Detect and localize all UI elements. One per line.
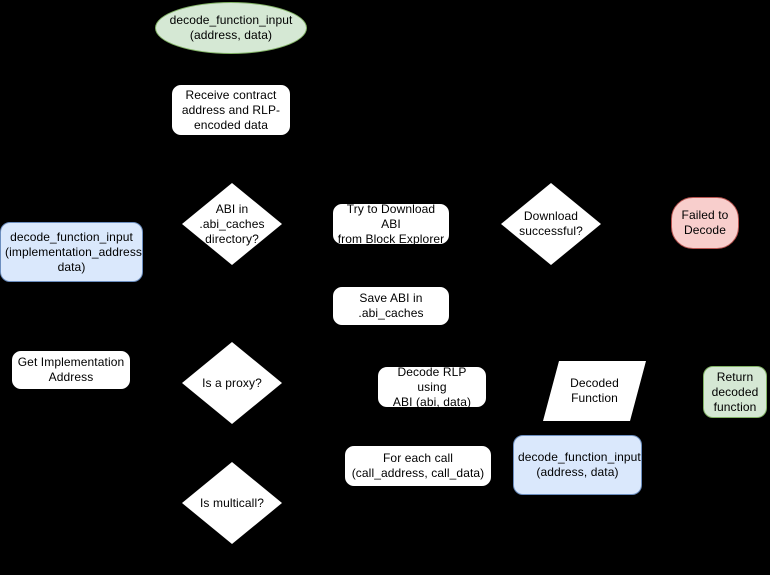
- node-label: Decoded Function: [570, 376, 619, 405]
- node-failed-to-decode[interactable]: Failed to Decode: [671, 197, 739, 249]
- node-try-download-abi[interactable]: Try to Download ABI from Block Explorer: [332, 201, 450, 246]
- node-decode-rlp[interactable]: Decode RLP using ABI (abi, data): [377, 364, 487, 409]
- node-label: Download successful?: [519, 209, 583, 238]
- node-decoded-function[interactable]: Decoded Function: [543, 361, 646, 421]
- node-label: Is a proxy?: [202, 375, 262, 390]
- node-label: Save ABI in .abi_caches: [358, 291, 424, 320]
- node-label: Try to Download ABI from Block Explorer: [337, 201, 445, 246]
- node-receive-contract-data[interactable]: Receive contract address and RLP- encode…: [171, 84, 291, 136]
- node-decision-abi-in-caches[interactable]: ABI in .abi_caches directory?: [182, 183, 282, 265]
- node-label: Is multicall?: [200, 495, 264, 510]
- node-decode-function-input-implementation[interactable]: decode_function_input (implementation_ad…: [0, 222, 146, 282]
- node-return-decoded-function[interactable]: Return decoded function: [703, 366, 767, 418]
- flowchart-canvas: decode_function_input (address, data) Re…: [0, 0, 770, 575]
- node-for-each-call[interactable]: For each call (call_address, call_data): [344, 445, 492, 487]
- node-label: decode_function_input (address, data): [518, 450, 641, 479]
- node-decision-download-successful[interactable]: Download successful?: [501, 183, 601, 265]
- node-label: decode_function_input (address, data): [169, 13, 293, 42]
- node-label: ABI in .abi_caches directory?: [199, 201, 265, 246]
- node-start-decode-function-input[interactable]: decode_function_input (address, data): [155, 2, 307, 54]
- node-get-implementation-address[interactable]: Get Implementation Address: [11, 350, 131, 390]
- node-label: For each call (call_address, call_data): [351, 451, 485, 480]
- node-decision-is-multicall[interactable]: Is multicall?: [182, 462, 282, 544]
- node-save-abi[interactable]: Save ABI in .abi_caches: [332, 286, 450, 326]
- node-label: Failed to Decode: [681, 208, 729, 237]
- node-decode-function-input-call[interactable]: decode_function_input (address, data): [513, 435, 642, 495]
- node-label: Return decoded function: [711, 369, 759, 414]
- node-label: Decode RLP using ABI (abi, data): [392, 364, 472, 409]
- node-label: Get Implementation Address: [17, 355, 125, 384]
- node-decision-is-a-proxy[interactable]: Is a proxy?: [182, 342, 282, 424]
- node-label: Receive contract address and RLP- encode…: [181, 87, 281, 132]
- node-label: decode_function_input (implementation_ad…: [5, 229, 146, 274]
